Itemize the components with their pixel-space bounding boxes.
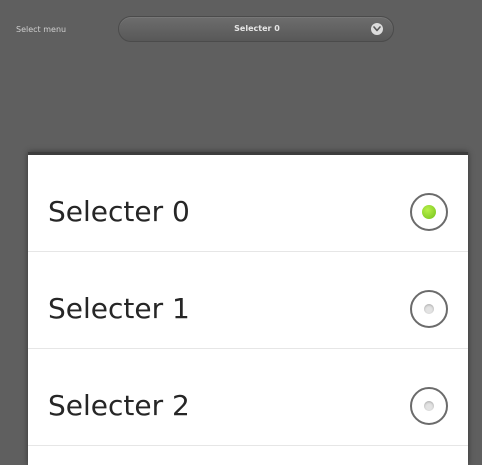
option-selecter-0[interactable]: Selecter 0 — [28, 155, 468, 252]
select-menu-value: Selecter 0 — [234, 24, 280, 33]
select-menu-label: Select menu — [16, 25, 67, 34]
option-label: Selecter 2 — [48, 389, 190, 422]
option-selecter-2[interactable]: Selecter 2 — [28, 349, 468, 446]
radio-button[interactable] — [410, 387, 448, 425]
option-label: Selecter 1 — [48, 292, 190, 325]
select-menu-bar: Select menu Selecter 0 — [0, 0, 482, 60]
option-selecter-1[interactable]: Selecter 1 — [28, 252, 468, 349]
select-menu-button[interactable]: Selecter 0 — [118, 16, 394, 42]
select-options-dialog: Selecter 0 Selecter 1 Selecter 2 — [28, 152, 468, 465]
radio-dot-icon — [424, 401, 434, 411]
chevron-down-icon — [371, 23, 383, 35]
radio-button[interactable] — [410, 290, 448, 328]
option-label: Selecter 0 — [48, 195, 190, 228]
radio-dot-icon — [422, 205, 436, 219]
radio-button-selected[interactable] — [410, 193, 448, 231]
radio-dot-icon — [424, 304, 434, 314]
